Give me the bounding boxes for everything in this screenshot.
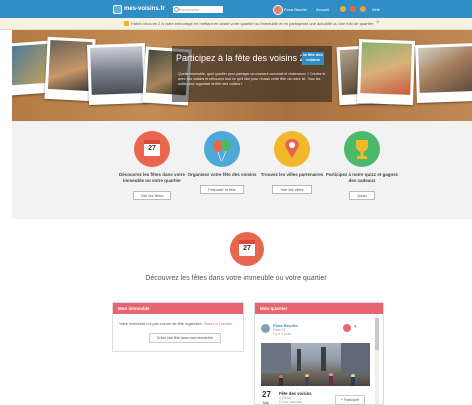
alerts-icon[interactable] bbox=[360, 6, 366, 12]
street-photo[interactable] bbox=[261, 343, 370, 386]
building-empty-text: Votre immeuble n'a pas encore de fête or… bbox=[119, 322, 233, 326]
see-parties-button[interactable]: Voir les fêtes bbox=[132, 191, 172, 200]
feature-title: Organisez votre fête des voisins bbox=[187, 172, 257, 177]
building-panel: Mon immeuble Votre immeuble n'a pas enco… bbox=[112, 302, 244, 352]
participate-button[interactable]: + Participer bbox=[335, 395, 365, 405]
close-icon[interactable]: × bbox=[376, 20, 380, 26]
avatar[interactable] bbox=[261, 324, 270, 333]
feature-discover: 27 Découvrez les fêtes dans votre immeub… bbox=[112, 131, 192, 202]
panel-title: Mon quartier bbox=[255, 303, 383, 314]
nav-help-link[interactable]: Aide bbox=[372, 7, 380, 12]
party-badge-icon bbox=[343, 324, 351, 332]
prepare-party-button[interactable]: Préparer la fête bbox=[200, 185, 244, 194]
hero-photo bbox=[415, 42, 472, 104]
feature-title: Participez à notre quizz et gagnez des c… bbox=[325, 172, 398, 183]
messages-icon[interactable] bbox=[350, 6, 356, 12]
nav-home-link[interactable]: Accueil bbox=[316, 7, 329, 12]
scrollbar-thumb[interactable] bbox=[375, 318, 379, 350]
panel-title: Mon immeuble bbox=[113, 303, 243, 314]
feature-quiz: Participez à notre quizz et gagnez des c… bbox=[322, 131, 402, 202]
create-party-button[interactable]: Créer une fête dans mon immeuble bbox=[149, 333, 221, 343]
user-avatar[interactable] bbox=[273, 5, 283, 15]
be-first-link[interactable]: Soyez le premier bbox=[204, 322, 233, 326]
logo[interactable]: mes-voisins.fr bbox=[113, 4, 165, 14]
notification-text: Faites vous en 2 à votre entourage en me… bbox=[131, 21, 374, 26]
notifications-icon[interactable] bbox=[340, 6, 346, 12]
search-input[interactable]: Rechercher bbox=[173, 6, 223, 13]
section-title: Découvrez les fêtes dans votre immeuble … bbox=[145, 275, 327, 282]
play-button[interactable]: Jouer bbox=[348, 191, 375, 200]
user-name[interactable]: Flora Beurtin bbox=[284, 7, 307, 12]
feature-title: Découvrez les fêtes dans votre immeuble … bbox=[118, 172, 186, 183]
top-navigation-bar: mes-voisins.fr Rechercher Flora Beurtin … bbox=[0, 0, 472, 18]
features-section: 27 Découvrez les fêtes dans votre immeub… bbox=[12, 121, 472, 219]
quarter-panel: Mon quartier Flora Beurtin Paris 15 Il y… bbox=[254, 302, 384, 405]
hero-description: Quelle immeuble, quel quartier pour part… bbox=[178, 72, 326, 86]
chevron-down-icon[interactable]: ▾ bbox=[354, 324, 357, 330]
logo-text: mes-voisins.fr bbox=[124, 6, 165, 12]
calendar-icon: 27 bbox=[230, 232, 264, 266]
see-cities-button[interactable]: Voir les villes bbox=[272, 185, 312, 194]
scrollbar[interactable] bbox=[375, 316, 379, 404]
post-meta: Paris 15 Il y a 2 jours bbox=[273, 328, 292, 336]
location-pin-icon bbox=[274, 131, 310, 167]
feature-organize: Organisez votre fête des voisins Prépare… bbox=[182, 131, 262, 196]
feature-title: Trouvez les villes partenaires bbox=[260, 172, 324, 177]
search-icon bbox=[174, 7, 179, 12]
notification-banner: Faites vous en 2 à votre entourage en me… bbox=[0, 18, 472, 30]
trophy-icon bbox=[344, 131, 380, 167]
hero-badge: la fête des voisins bbox=[302, 52, 324, 65]
hero-photo bbox=[356, 39, 416, 105]
search-placeholder: Rechercher bbox=[179, 7, 200, 12]
logo-icon bbox=[113, 4, 122, 14]
info-icon bbox=[124, 21, 129, 26]
balloons-icon bbox=[204, 131, 240, 167]
hero-photo bbox=[86, 43, 148, 105]
hero-title: Participez à la fête des voisins 2016 bbox=[176, 53, 320, 63]
calendar-icon: 27 bbox=[134, 131, 170, 167]
feature-cities: Trouvez les villes partenaires Voir les … bbox=[252, 131, 332, 196]
event-date: 27 Mai bbox=[262, 390, 271, 405]
